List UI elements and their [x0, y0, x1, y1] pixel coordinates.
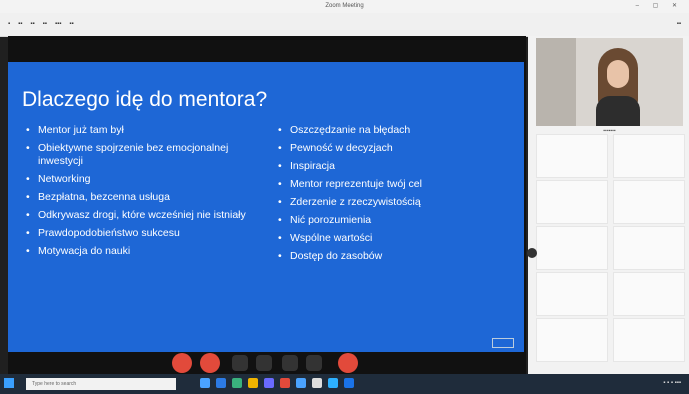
participant-tile[interactable]	[536, 226, 608, 270]
taskbar-app-icon[interactable]	[328, 378, 338, 388]
list-item: Mentor już tam był	[26, 124, 266, 137]
windows-start-icon[interactable]	[4, 378, 14, 388]
taskbar-search[interactable]: Type here to search	[26, 378, 176, 390]
list-item: Mentor reprezentuje twój cel	[278, 178, 513, 191]
list-item: Inspiracja	[278, 160, 513, 173]
slide-title: Dlaczego idę do mentora?	[22, 88, 268, 111]
taskbar-app-icon[interactable]	[344, 378, 354, 388]
taskbar-app-icon[interactable]	[264, 378, 274, 388]
window-titlebar: Zoom Meeting – ▢ ✕	[0, 0, 689, 13]
more-icon[interactable]	[306, 355, 322, 371]
windows-taskbar: Type here to search ▪ ▪ ▪ ▪▪▪	[0, 374, 689, 394]
taskbar-app-icon[interactable]	[280, 378, 290, 388]
participant-tile[interactable]	[613, 272, 685, 316]
taskbar-app-icon[interactable]	[296, 378, 306, 388]
list-item: Nić porozumienia	[278, 214, 513, 227]
taskbar-app-icon[interactable]	[232, 378, 242, 388]
participant-tile[interactable]	[613, 180, 685, 224]
list-item: Obiektywne spojrzenie bez emocjonalnej i…	[26, 142, 266, 168]
taskbar-app-icon[interactable]	[200, 378, 210, 388]
list-item: Dostęp do zasobów	[278, 250, 513, 263]
menu-bar: ▪ ▪▪ ▪▪ ▪▪ ▪▪▪ ▪▪ ▪▪	[0, 13, 689, 37]
list-item: Wspólne wartości	[278, 232, 513, 245]
speaker-figure	[596, 48, 640, 126]
list-item: Motywacja do nauki	[26, 245, 266, 258]
chat-icon[interactable]	[256, 355, 272, 371]
mic-icon[interactable]	[172, 353, 192, 373]
participant-tile[interactable]	[536, 180, 608, 224]
list-item: Bezpłatna, bezcenna usługa	[26, 191, 266, 204]
participant-tile[interactable]	[536, 272, 608, 316]
slide-footer-icon	[492, 338, 514, 348]
list-item: Odkrywasz drogi, które wcześniej nie ist…	[26, 209, 266, 222]
presentation-slide: Dlaczego idę do mentora? Mentor już tam …	[8, 62, 524, 352]
list-item: Pewność w decyzjach	[278, 142, 513, 155]
speaker-video[interactable]	[536, 38, 683, 126]
list-item: Prawdopodobieństwo sukcesu	[26, 227, 266, 240]
participant-tile[interactable]	[613, 134, 685, 178]
menu-right-icon[interactable]: ▪▪	[677, 21, 681, 27]
share-icon[interactable]	[232, 355, 248, 371]
participants-icon[interactable]	[282, 355, 298, 371]
slide-left-list: Mentor już tam był Obiektywne spojrzenie…	[26, 124, 266, 263]
participant-tile[interactable]	[613, 318, 685, 362]
list-item: Zderzenie z rzeczywistością	[278, 196, 513, 209]
participant-tile[interactable]	[536, 134, 608, 178]
meeting-controls	[170, 351, 370, 375]
search-placeholder: Type here to search	[32, 381, 77, 387]
taskbar-app-icon[interactable]	[312, 378, 322, 388]
background-wall	[536, 38, 576, 126]
participant-tile[interactable]	[536, 318, 608, 362]
taskbar-app-icon[interactable]	[248, 378, 258, 388]
participant-tile[interactable]	[613, 226, 685, 270]
taskbar-app-icon[interactable]	[216, 378, 226, 388]
window-controls[interactable]: – ▢ ✕	[636, 2, 683, 9]
menu-items[interactable]: ▪ ▪▪ ▪▪ ▪▪ ▪▪▪ ▪▪	[0, 13, 689, 27]
sidebar-toggle-icon[interactable]	[527, 248, 537, 258]
participants-sidebar: ▪▪▪▪▪▪▪	[528, 36, 689, 374]
window-title: Zoom Meeting	[325, 3, 364, 9]
list-item: Networking	[26, 173, 266, 186]
list-item: Oszczędzanie na błędach	[278, 124, 513, 137]
system-tray[interactable]: ▪ ▪ ▪ ▪▪▪	[663, 380, 681, 386]
video-icon[interactable]	[200, 353, 220, 373]
slide-right-list: Oszczędzanie na błędach Pewność w decyzj…	[278, 124, 513, 268]
end-call-icon[interactable]	[338, 353, 358, 373]
